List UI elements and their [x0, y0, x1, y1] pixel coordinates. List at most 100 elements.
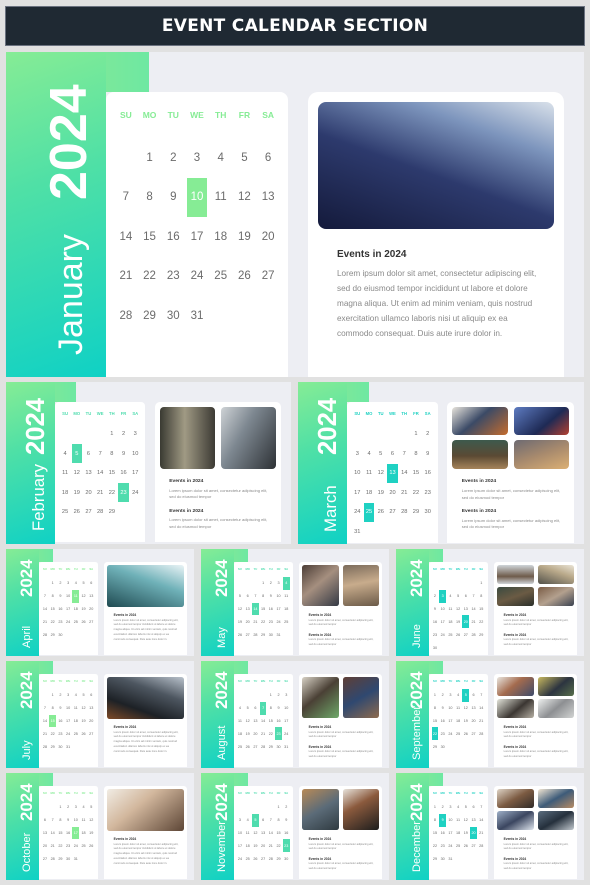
- calendar-day[interactable]: 1: [410, 425, 422, 445]
- calendar-day[interactable]: 12: [87, 814, 95, 827]
- calendar-day[interactable]: 12: [375, 464, 387, 484]
- calendar-day[interactable]: 29: [106, 502, 118, 521]
- calendar-day[interactable]: 11: [282, 590, 290, 603]
- calendar-day[interactable]: 28: [252, 628, 260, 641]
- calendar-day[interactable]: 4: [72, 577, 80, 590]
- calendar-day[interactable]: 5: [87, 801, 95, 814]
- calendar-day[interactable]: 16: [282, 827, 290, 840]
- calendar-day[interactable]: 16: [64, 827, 72, 840]
- calendar-day[interactable]: 8: [267, 702, 275, 715]
- calendar-day[interactable]: 11: [72, 702, 80, 715]
- calendar-day[interactable]: 21: [470, 615, 478, 628]
- event-day[interactable]: 20: [470, 826, 477, 840]
- calendar-day[interactable]: 6: [87, 577, 95, 590]
- calendar-day[interactable]: 9: [275, 702, 283, 715]
- event-day[interactable]: 3: [439, 589, 447, 603]
- calendar-day[interactable]: 13: [462, 603, 470, 616]
- calendar-day[interactable]: 3: [447, 801, 455, 814]
- calendar-day[interactable]: 5: [236, 590, 244, 603]
- calendar-day[interactable]: 7: [41, 590, 49, 603]
- calendar-day[interactable]: 3: [72, 801, 80, 814]
- calendar-day[interactable]: 7: [470, 590, 478, 603]
- calendar-day[interactable]: 15: [57, 827, 65, 840]
- calendar-day[interactable]: 17: [64, 603, 72, 616]
- calendar-day[interactable]: 30: [57, 628, 65, 641]
- calendar-day[interactable]: 19: [236, 615, 244, 628]
- calendar-day[interactable]: 9: [282, 814, 290, 827]
- calendar-day[interactable]: 14: [470, 603, 478, 616]
- calendar-day[interactable]: 14: [94, 463, 106, 482]
- calendar-day[interactable]: 27: [244, 628, 252, 641]
- calendar-day[interactable]: 18: [454, 715, 462, 728]
- calendar-day[interactable]: 25: [454, 727, 462, 740]
- calendar-day[interactable]: 6: [470, 689, 478, 702]
- calendar-day[interactable]: 12: [80, 702, 88, 715]
- calendar-day[interactable]: 2: [118, 424, 130, 443]
- calendar-day[interactable]: 18: [236, 727, 244, 740]
- calendar-day[interactable]: 9: [118, 444, 130, 463]
- calendar-day[interactable]: 1: [49, 577, 57, 590]
- calendar-day[interactable]: 16: [267, 603, 275, 616]
- calendar-day[interactable]: 19: [80, 715, 88, 728]
- calendar-day[interactable]: 23: [64, 839, 72, 852]
- calendar-day[interactable]: 6: [83, 444, 95, 463]
- calendar-day[interactable]: 6: [244, 590, 252, 603]
- calendar-day[interactable]: 24: [439, 628, 447, 641]
- calendar-day[interactable]: 4: [209, 138, 233, 178]
- calendar-day[interactable]: 24: [447, 727, 455, 740]
- calendar-day[interactable]: 23: [431, 628, 439, 641]
- calendar-day[interactable]: 2: [267, 577, 275, 590]
- calendar-day[interactable]: 15: [106, 463, 118, 482]
- calendar-day[interactable]: 29: [275, 852, 283, 865]
- event-day[interactable]: 14: [252, 602, 259, 616]
- calendar-day[interactable]: 29: [431, 852, 439, 865]
- calendar-day[interactable]: 16: [57, 715, 65, 728]
- calendar-day[interactable]: 25: [454, 839, 462, 852]
- calendar-day[interactable]: 21: [477, 715, 485, 728]
- calendar-day[interactable]: 27: [470, 727, 478, 740]
- calendar-day[interactable]: 10: [351, 464, 363, 484]
- calendar-day[interactable]: 12: [236, 603, 244, 616]
- calendar-day[interactable]: 15: [259, 603, 267, 616]
- calendar-day[interactable]: 22: [49, 727, 57, 740]
- calendar-day[interactable]: 9: [57, 702, 65, 715]
- calendar-day[interactable]: 1: [431, 801, 439, 814]
- calendar-day[interactable]: 19: [375, 483, 387, 503]
- calendar-day[interactable]: 12: [252, 827, 260, 840]
- calendar-day[interactable]: 14: [477, 814, 485, 827]
- calendar-day[interactable]: 12: [454, 603, 462, 616]
- calendar-day[interactable]: 28: [477, 839, 485, 852]
- calendar-day[interactable]: 3: [64, 577, 72, 590]
- calendar-day[interactable]: 18: [282, 603, 290, 616]
- calendar-day[interactable]: 24: [185, 257, 209, 297]
- calendar-day[interactable]: 1: [431, 689, 439, 702]
- calendar-day[interactable]: 5: [375, 444, 387, 464]
- calendar-day[interactable]: 3: [185, 138, 209, 178]
- calendar-day[interactable]: 28: [398, 503, 410, 523]
- event-day[interactable]: 15: [49, 714, 57, 728]
- calendar-day[interactable]: 10: [447, 814, 455, 827]
- calendar-day[interactable]: 4: [236, 702, 244, 715]
- calendar-day[interactable]: 30: [57, 740, 65, 753]
- event-day[interactable]: 17: [72, 826, 80, 840]
- calendar-day[interactable]: 20: [470, 715, 478, 728]
- calendar-day[interactable]: 30: [439, 852, 447, 865]
- calendar-day[interactable]: 14: [477, 702, 485, 715]
- calendar-day[interactable]: 2: [57, 689, 65, 702]
- calendar-day[interactable]: 19: [462, 715, 470, 728]
- calendar-day[interactable]: 1: [267, 689, 275, 702]
- calendar-day[interactable]: 28: [477, 727, 485, 740]
- calendar-day[interactable]: 13: [87, 590, 95, 603]
- calendar-day[interactable]: 1: [477, 577, 485, 590]
- calendar-day[interactable]: 14: [49, 827, 57, 840]
- calendar-day[interactable]: 10: [129, 444, 141, 463]
- calendar-day[interactable]: 10: [64, 590, 72, 603]
- calendar-day[interactable]: 28: [41, 740, 49, 753]
- calendar-day[interactable]: 21: [41, 727, 49, 740]
- calendar-day[interactable]: 31: [72, 852, 80, 865]
- calendar-day[interactable]: 22: [431, 839, 439, 852]
- calendar-day[interactable]: 6: [259, 814, 267, 827]
- calendar-day[interactable]: 5: [462, 801, 470, 814]
- calendar-day[interactable]: 13: [256, 178, 280, 218]
- calendar-day[interactable]: 23: [57, 615, 65, 628]
